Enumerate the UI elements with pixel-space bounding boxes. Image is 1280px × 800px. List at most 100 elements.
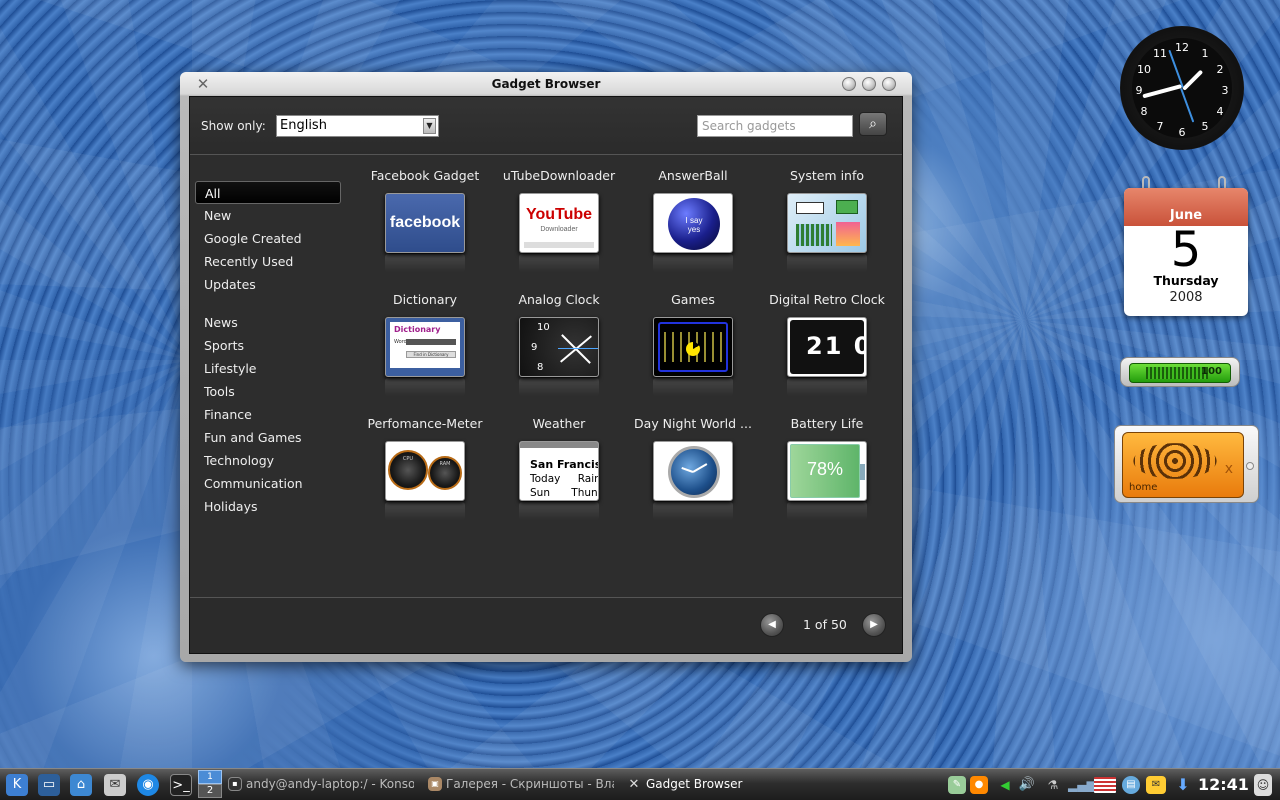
- category-sports[interactable]: Sports: [195, 334, 341, 357]
- browser-icon[interactable]: ◉: [137, 774, 159, 796]
- gadget-thumbnail[interactable]: [653, 317, 733, 377]
- window-content: Show only: English ▼ Search gadgets ⌕ Al…: [189, 96, 903, 654]
- gadget-tile-day-night-world[interactable]: Day Night World ...: [626, 415, 760, 539]
- gadget-tile-weather[interactable]: Weather San Francisco Today Rain, Sun Th…: [492, 415, 626, 539]
- category-communication[interactable]: Communication: [195, 472, 341, 495]
- maximize-button[interactable]: [862, 77, 876, 91]
- gadget-tile-facebook[interactable]: Facebook Gadget facebook: [358, 167, 492, 291]
- category-holidays[interactable]: Holidays: [195, 495, 341, 518]
- taskbar-task-gadget-browser[interactable]: Gadget Browser: [646, 777, 786, 791]
- next-page-button[interactable]: ▶: [862, 613, 886, 637]
- wifi-signal-icon[interactable]: ▂▄▆: [1068, 776, 1096, 794]
- minimize-button[interactable]: [842, 77, 856, 91]
- previous-page-button[interactable]: ◀: [760, 613, 784, 637]
- gadget-thumbnail[interactable]: 21 0: [787, 317, 867, 377]
- close-button[interactable]: [882, 77, 896, 91]
- globe-hand: [681, 466, 694, 473]
- category-updates[interactable]: Updates: [195, 273, 341, 296]
- tray-cashew-icon[interactable]: ☺: [1254, 774, 1272, 796]
- tray-app-icon[interactable]: ✎: [948, 776, 966, 794]
- desktop-pager[interactable]: 1 2: [198, 770, 222, 800]
- chevron-down-icon[interactable]: ▼: [423, 118, 436, 134]
- gadget-tile-system-info[interactable]: System info: [760, 167, 894, 291]
- tray-back-icon[interactable]: ◀: [996, 776, 1014, 794]
- dictionary-heading: Dictionary: [394, 325, 441, 334]
- calendar-year: 2008: [1169, 290, 1203, 305]
- system-settings-icon[interactable]: ✉: [104, 774, 126, 796]
- gadget-tile-digital-retro-clock[interactable]: Digital Retro Clock 21 0: [760, 291, 894, 415]
- thumbnail-reflection: [385, 378, 465, 396]
- battery-percent: 78%: [806, 459, 844, 479]
- analog-clock-widget[interactable]: 12 1 2 3 4 5 6 7 8 9 10 11: [1120, 26, 1244, 150]
- gadget-tile-games[interactable]: Games: [626, 291, 760, 415]
- gadget-tile-battery-life[interactable]: Battery Life 78%: [760, 415, 894, 539]
- keyboard-layout-us-flag-icon[interactable]: [1094, 777, 1116, 793]
- taskbar-task-gallery[interactable]: Галерея - Скриншоты - Вла: [446, 777, 614, 791]
- category-lifestyle[interactable]: Lifestyle: [195, 357, 341, 380]
- tray-update-icon[interactable]: ●: [970, 776, 988, 794]
- category-fun-and-games[interactable]: Fun and Games: [195, 426, 341, 449]
- clock-number: 10: [1137, 63, 1151, 76]
- gadget-browser-window: ✕ Gadget Browser Show only: English ▼ Se…: [180, 72, 912, 662]
- battery-widget[interactable]: 100: [1120, 357, 1240, 387]
- category-technology[interactable]: Technology: [195, 449, 341, 472]
- desktop-2[interactable]: 2: [198, 784, 222, 798]
- gadget-thumbnail[interactable]: Dictionary Word Find in Dictionary: [385, 317, 465, 377]
- taskbar-task-konsole[interactable]: andy@andy-laptop:/ - Konso: [246, 777, 414, 791]
- category-new[interactable]: New: [195, 204, 341, 227]
- clock-number: 7: [1156, 120, 1164, 133]
- gadget-thumbnail[interactable]: 10 9 8: [519, 317, 599, 377]
- tray-storage-icon[interactable]: ▤: [1122, 776, 1140, 794]
- gadget-tile-answerball[interactable]: AnswerBall I say yes: [626, 167, 760, 291]
- gadget-tile-utubedownloader[interactable]: uTubeDownloader YouTube Downloader: [492, 167, 626, 291]
- category-finance[interactable]: Finance: [195, 403, 341, 426]
- category-news[interactable]: News: [195, 311, 341, 334]
- clock-number: 9: [531, 342, 538, 353]
- category-tools[interactable]: Tools: [195, 380, 341, 403]
- show-desktop-icon[interactable]: ▭: [38, 774, 60, 796]
- gadget-tile-analog-clock[interactable]: Analog Clock 10 9 8: [492, 291, 626, 415]
- search-input[interactable]: Search gadgets: [697, 115, 853, 137]
- widget-handle[interactable]: [1246, 462, 1254, 470]
- clock-number: 5: [1201, 120, 1209, 133]
- terminal-task-icon: ▪: [228, 777, 242, 791]
- audio-close[interactable]: x: [1225, 461, 1233, 477]
- category-recently-used[interactable]: Recently Used: [195, 250, 341, 273]
- tray-network-icon[interactable]: ⚗: [1044, 776, 1062, 794]
- gadget-thumbnail[interactable]: I say yes: [653, 193, 733, 253]
- gadget-thumbnail[interactable]: 78%: [787, 441, 867, 501]
- tray-notes-icon[interactable]: ✉: [1146, 776, 1166, 794]
- thumbnail-reflection: [385, 502, 465, 520]
- thumb-subtitle: Downloader: [540, 226, 578, 233]
- gadget-thumbnail[interactable]: [653, 441, 733, 501]
- taskbar-clock[interactable]: 12:41: [1198, 775, 1249, 794]
- terminal-icon[interactable]: >_: [170, 774, 192, 796]
- search-button[interactable]: ⌕: [859, 112, 887, 136]
- download-icon[interactable]: ⬇: [1174, 775, 1192, 795]
- ram-gauge: RAM: [428, 456, 462, 490]
- gadget-thumbnail[interactable]: San Francisco Today Rain, Sun Thun: [519, 441, 599, 501]
- gadget-label: AnswerBall: [658, 168, 728, 183]
- battery-level-bars: [1146, 367, 1208, 379]
- audio-widget[interactable]: home x: [1114, 425, 1259, 503]
- gadget-tile-dictionary[interactable]: Dictionary Dictionary Word Find in Dicti…: [358, 291, 492, 415]
- thumbnail-reflection: [653, 502, 733, 520]
- home-folder-icon[interactable]: ⌂: [70, 774, 92, 796]
- clock-hour-hand: [1182, 69, 1204, 91]
- battery-tip: [860, 464, 865, 480]
- volume-icon[interactable]: 🔊: [1016, 776, 1038, 794]
- gadget-thumbnail[interactable]: facebook: [385, 193, 465, 253]
- desktop-1[interactable]: 1: [198, 770, 222, 784]
- calendar-widget[interactable]: June 5 Thursday 2008: [1124, 188, 1248, 316]
- clock-number: 12: [1175, 41, 1189, 54]
- gadget-tile-perfomance-meter[interactable]: Perfomance-Meter CPU RAM: [358, 415, 492, 539]
- category-google-created[interactable]: Google Created: [195, 227, 341, 250]
- category-all[interactable]: All: [195, 181, 341, 204]
- gadget-thumbnail[interactable]: [787, 193, 867, 253]
- gadget-thumbnail[interactable]: CPU RAM: [385, 441, 465, 501]
- battery-value: 100: [1201, 366, 1222, 377]
- gadget-thumbnail[interactable]: YouTube Downloader: [519, 193, 599, 253]
- kde-menu-icon[interactable]: K: [6, 774, 28, 796]
- language-select[interactable]: English ▼: [276, 115, 439, 137]
- weather-sun: Sun Thun: [530, 487, 598, 499]
